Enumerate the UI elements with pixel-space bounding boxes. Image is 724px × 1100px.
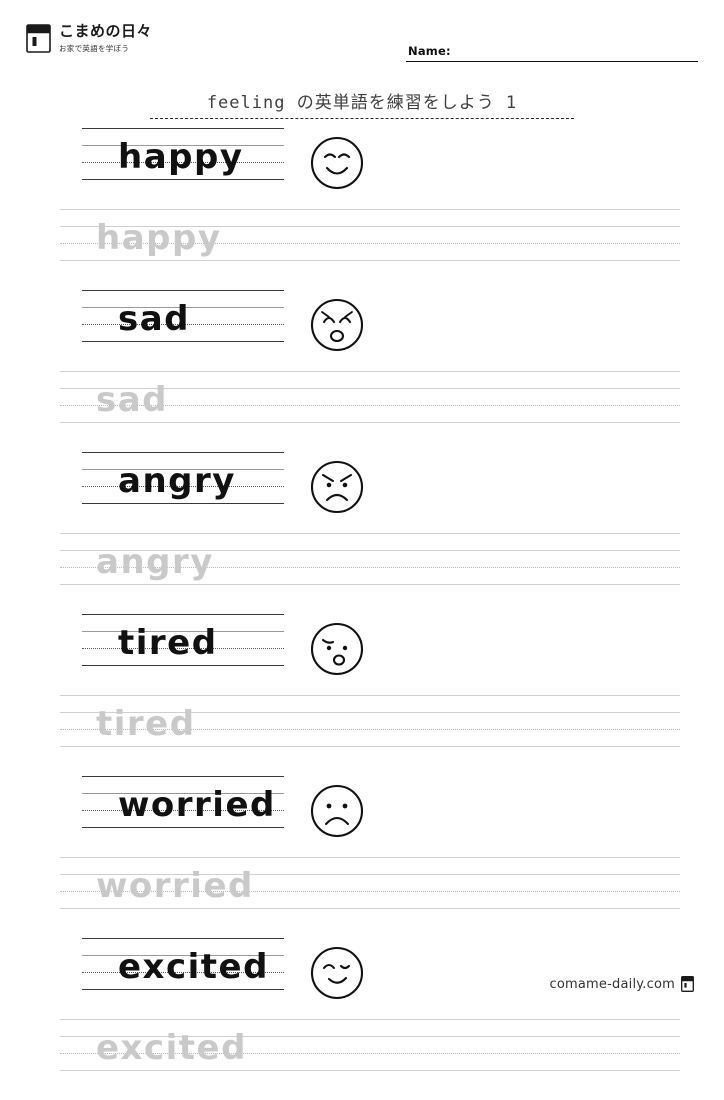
trace-row: sad [0, 371, 724, 452]
word-model: angry [118, 461, 236, 501]
name-write-line[interactable] [406, 61, 698, 62]
word-model: excited [118, 947, 269, 987]
rule-baseline [82, 179, 284, 180]
brand-subtitle: お家で英語を学ぼう [59, 43, 130, 53]
rule-top [60, 209, 680, 210]
rule-baseline [82, 341, 284, 342]
trace-row: excited [0, 1019, 724, 1100]
rule-top [82, 614, 284, 615]
trace-row: happy [0, 209, 724, 290]
rule-baseline [60, 584, 680, 585]
rule-top [82, 938, 284, 939]
book-icon [681, 976, 694, 992]
word-trace[interactable]: happy [96, 221, 222, 255]
trace-row: angry [0, 533, 724, 614]
footer-site: comame-daily.com [549, 976, 675, 992]
rule-baseline [60, 746, 680, 747]
footer: comame-daily.com [550, 976, 694, 992]
emotion-face-icon [310, 784, 364, 842]
word-trace[interactable]: angry [96, 545, 214, 579]
practice-row: sad [0, 290, 724, 371]
rows-container: happy happy sad sad angry angry tired tired worr… [0, 128, 724, 1100]
rule-top [60, 695, 680, 696]
emotion-face-icon [310, 622, 364, 680]
rule-top [82, 128, 284, 129]
word-model: happy [118, 137, 244, 177]
practice-row: angry [0, 452, 724, 533]
brand-title: こまめの日々 [59, 22, 153, 40]
rule-top [60, 857, 680, 858]
emotion-face-icon [310, 298, 364, 356]
worksheet-title-block: feeling の英単語を練習をしよう 1 [0, 88, 724, 119]
rule-top [60, 1019, 680, 1020]
word-model: sad [118, 299, 191, 339]
emotion-face-icon [310, 946, 364, 1004]
rule-baseline [60, 1070, 680, 1071]
rule-top [82, 452, 284, 453]
rule-baseline [60, 908, 680, 909]
brand-text: こまめの日々 お家で英語を学ぼう [59, 22, 152, 54]
rule-baseline [82, 665, 284, 666]
practice-row: worried [0, 776, 724, 857]
emotion-face-icon [310, 136, 364, 194]
page-title: feeling の英単語を練習をしよう 1 [206, 93, 518, 113]
name-label: Name: [408, 44, 451, 58]
emotion-face-icon [310, 460, 364, 518]
word-trace[interactable]: tired [96, 707, 196, 741]
rule-baseline [82, 503, 284, 504]
rule-baseline [60, 422, 680, 423]
rule-baseline [82, 827, 284, 828]
practice-row: tired [0, 614, 724, 695]
practice-row: happy [0, 128, 724, 209]
rule-top [82, 776, 284, 777]
word-model: tired [118, 623, 218, 663]
word-trace[interactable]: excited [96, 1031, 247, 1065]
trace-row: tired [0, 695, 724, 776]
rule-top [60, 533, 680, 534]
title-divider [150, 118, 574, 119]
word-trace[interactable]: worried [96, 869, 254, 903]
word-model: worried [118, 785, 276, 825]
page-header: こまめの日々 お家で英語を学ぼう Name: [26, 22, 698, 78]
trace-row: worried [0, 857, 724, 938]
rule-baseline [60, 260, 680, 261]
notebook-icon [26, 24, 51, 53]
word-trace[interactable]: sad [96, 383, 168, 417]
rule-top [60, 371, 680, 372]
rule-baseline [82, 989, 284, 990]
name-field[interactable]: Name: [406, 44, 698, 62]
worksheet-rows: happy happy sad sad angry angry tired tired worr… [0, 128, 724, 1100]
rule-top [82, 290, 284, 291]
brand: こまめの日々 お家で英語を学ぼう [26, 22, 152, 54]
